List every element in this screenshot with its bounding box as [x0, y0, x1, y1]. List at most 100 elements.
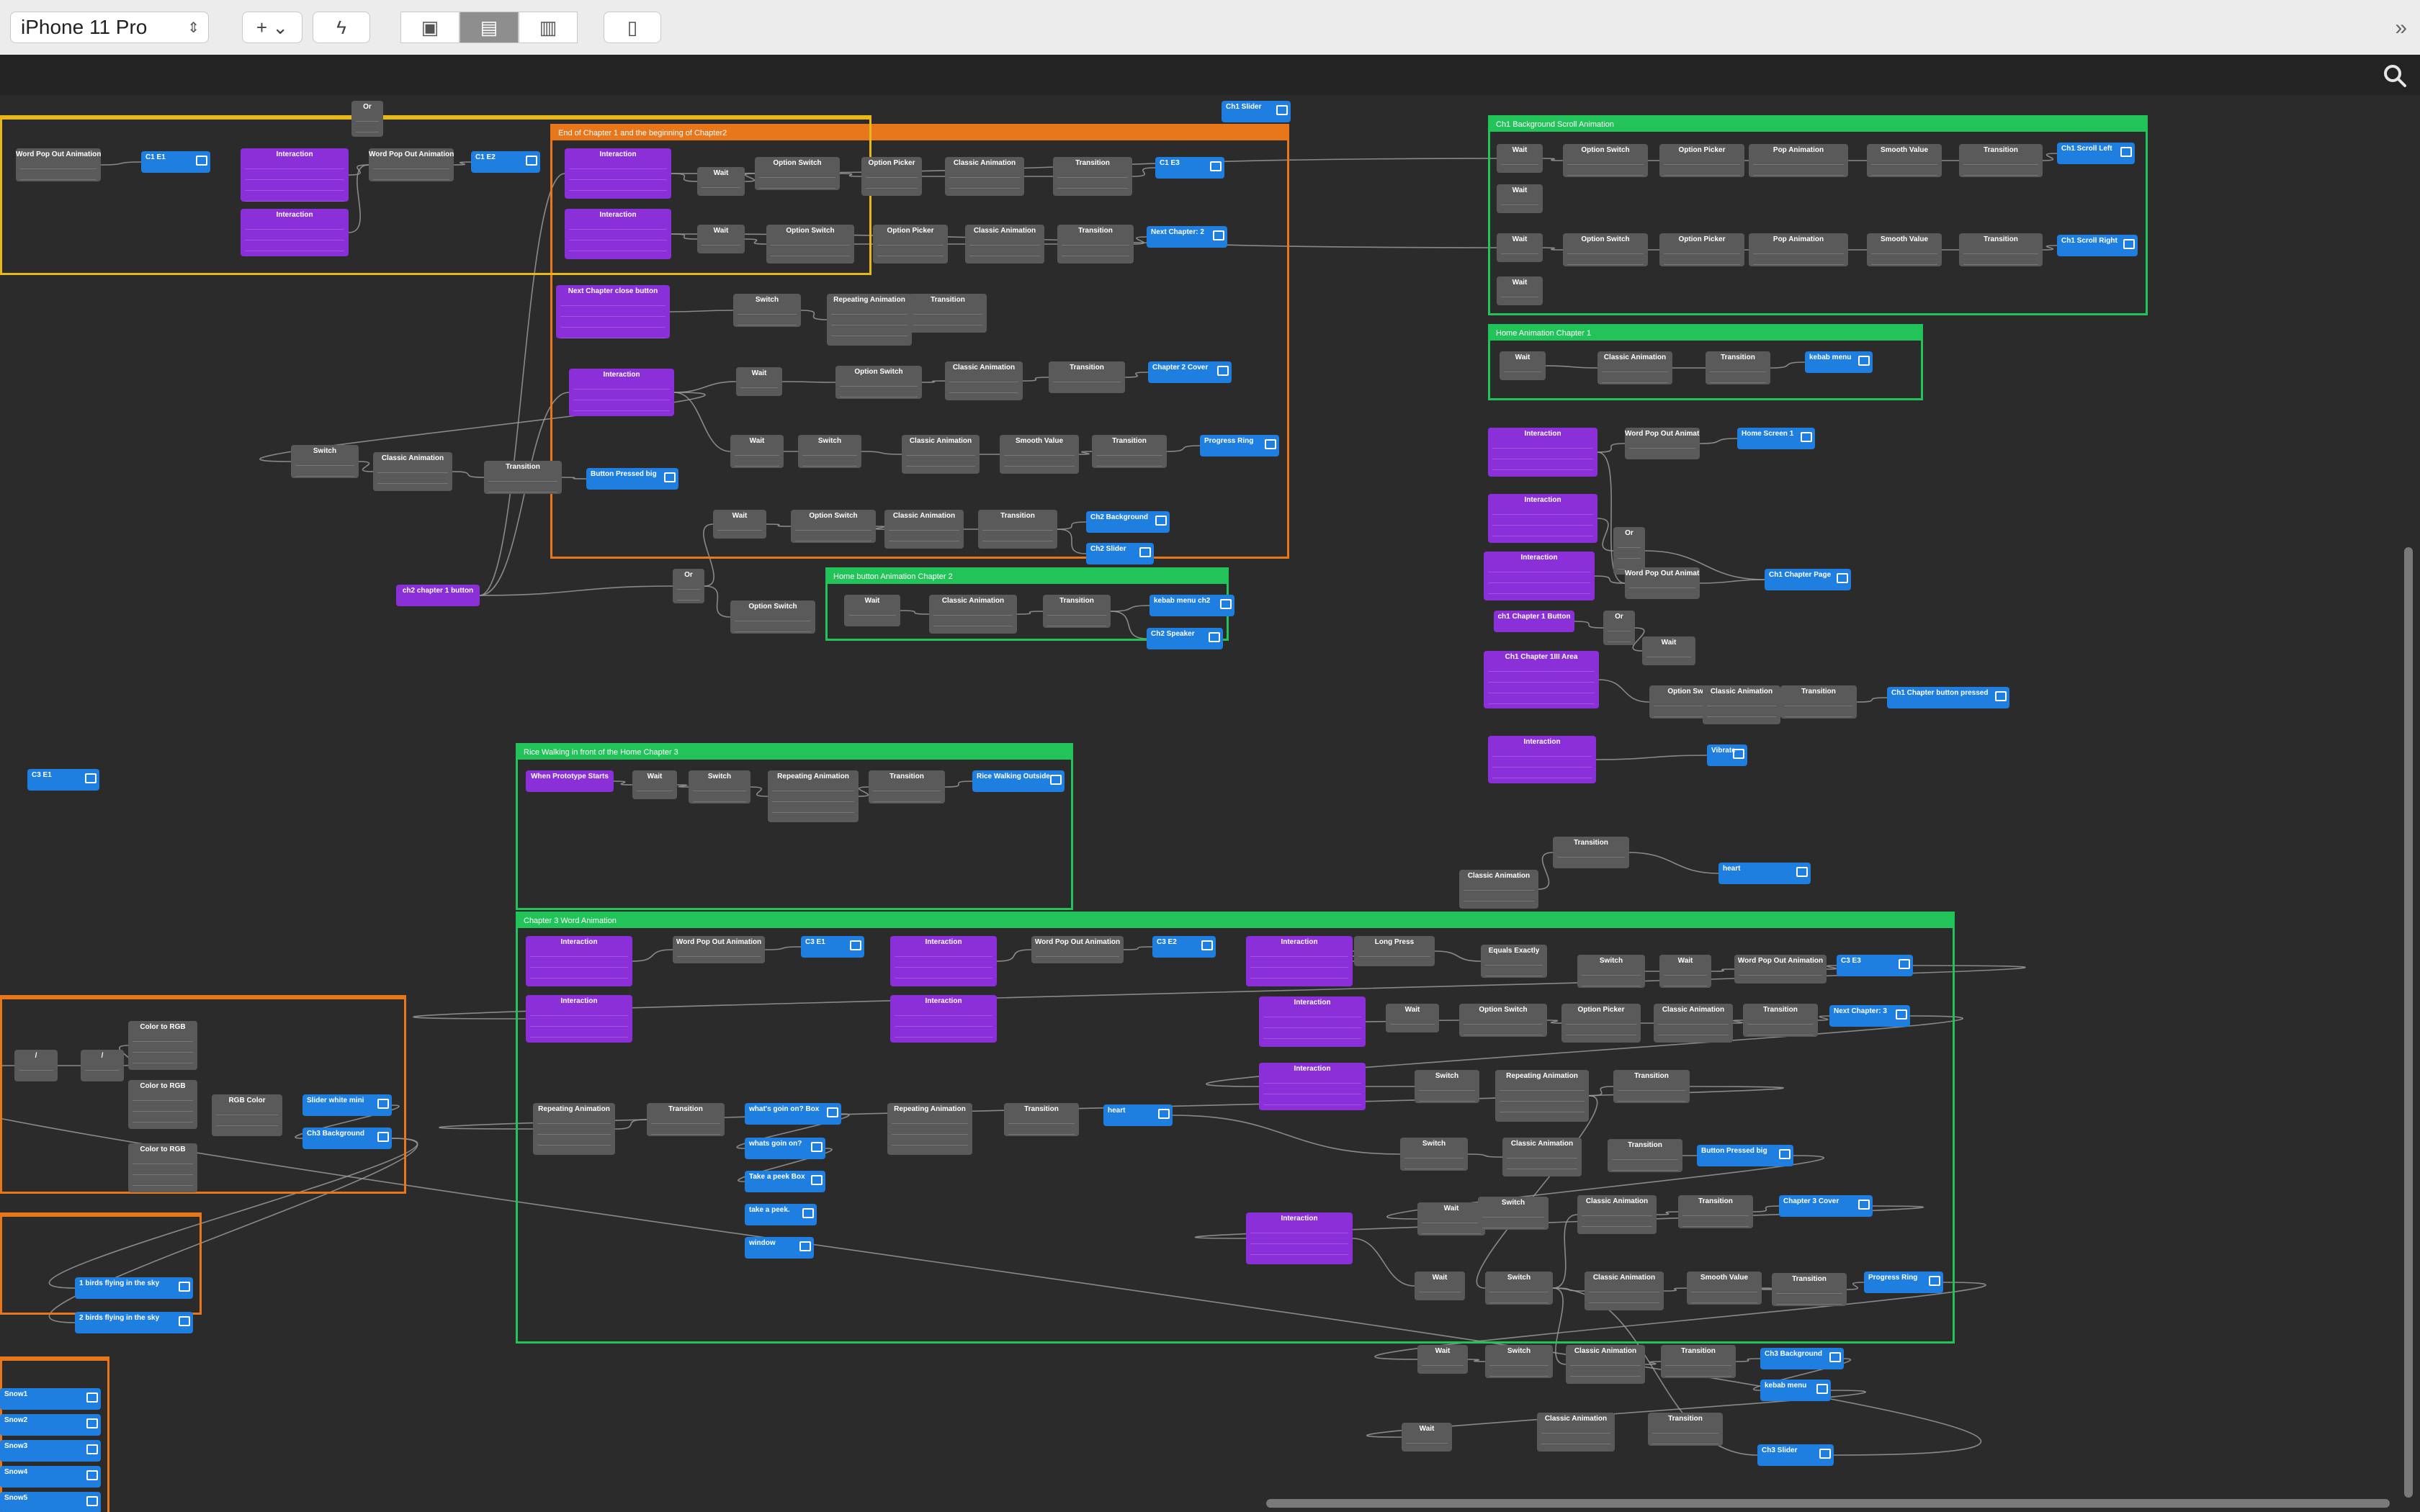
patch-node[interactable]: Classic Animation	[373, 452, 452, 491]
patch-node[interactable]: Pop Animation	[1749, 144, 1848, 177]
patch-node[interactable]: Wait	[1497, 276, 1543, 305]
patch-node[interactable]: Option Picker	[1659, 233, 1744, 266]
patch-node[interactable]: C1 E1	[141, 151, 210, 173]
patch-node[interactable]: Smooth Value	[1000, 435, 1079, 474]
patch-node[interactable]: Wait	[1500, 351, 1546, 380]
patch-node[interactable]: Option Picker	[1659, 144, 1744, 177]
patch-node[interactable]: Classic Animation	[929, 595, 1017, 634]
patch-node[interactable]: Classic Animation	[1585, 1272, 1664, 1310]
patch-editor-canvas[interactable]: End of Chapter 1 and the beginning of Ch…	[0, 95, 2420, 1512]
patch-node[interactable]: Slider white mini	[302, 1094, 392, 1116]
layout-triple-button[interactable]: ▥	[519, 12, 578, 43]
patch-node[interactable]: Classic Animation	[1703, 685, 1780, 724]
layout-split-button[interactable]: ▤	[460, 12, 519, 43]
patch-node[interactable]: Ch2 Slider	[1086, 543, 1154, 564]
patch-node[interactable]: C3 E1	[801, 936, 864, 958]
patch-node[interactable]: Wait	[1659, 955, 1711, 988]
vertical-scrollbar[interactable]	[2404, 547, 2413, 1498]
patch-node[interactable]: Classic Animation	[1537, 1413, 1615, 1452]
patch-node[interactable]: Home Screen 1	[1737, 428, 1815, 449]
patch-node[interactable]: Next Chapter: 3	[1829, 1005, 1910, 1027]
patch-node[interactable]: Wait	[844, 595, 900, 626]
patch-node[interactable]: Pop Animation	[1749, 233, 1848, 266]
patch-node[interactable]: 2 birds flying in the sky	[75, 1312, 193, 1333]
patch-node[interactable]: Ch3 Background	[1760, 1348, 1844, 1369]
patch-node[interactable]: Transition	[1959, 144, 2043, 177]
patch-node[interactable]: Classic Animation	[1577, 1195, 1657, 1234]
patch-node[interactable]: Next Chapter close button	[556, 285, 670, 338]
patch-node[interactable]: Transition	[1043, 595, 1111, 628]
patch-node[interactable]: C1 E2	[471, 151, 540, 173]
add-layer-button[interactable]: + ⌄	[242, 12, 302, 43]
patch-node[interactable]: Switch	[291, 445, 359, 478]
patch-node[interactable]: Snow4	[0, 1466, 101, 1488]
patch-node[interactable]: Ch2 Background	[1086, 511, 1170, 533]
patch-node[interactable]: Transition	[1553, 837, 1629, 868]
patch-node[interactable]: Word Pop Out Animation	[1625, 428, 1700, 459]
patch-node[interactable]: Chapter 3 Cover	[1779, 1195, 1873, 1217]
patch-node[interactable]: Transition	[1706, 351, 1770, 384]
patch-node[interactable]: Classic Animation	[884, 510, 964, 549]
patch-node[interactable]: Option Switch	[1563, 144, 1648, 177]
patch-node[interactable]: Transition	[1959, 233, 2043, 266]
patch-node[interactable]: Transition	[1053, 157, 1132, 196]
patch-node[interactable]: Transition	[1608, 1139, 1682, 1172]
patch-node[interactable]: Rice Walking Outside	[972, 770, 1065, 792]
patch-node[interactable]: Color to RGB	[128, 1021, 197, 1070]
patch-node[interactable]: Ch1 Scroll Right	[2057, 235, 2138, 256]
patch-node[interactable]: Ch1 Chapter 1III Area	[1484, 651, 1599, 708]
patch-node[interactable]: Progress Ring	[1864, 1272, 1943, 1293]
patch-node[interactable]: Interaction	[1488, 736, 1596, 783]
patch-node[interactable]: Wait	[736, 367, 782, 396]
patch-node[interactable]: Or	[1603, 611, 1635, 645]
patch-node[interactable]: Wait	[1497, 233, 1543, 262]
patch-node[interactable]: Transition	[647, 1103, 725, 1136]
patch-node[interactable]: Classic Animation	[945, 361, 1023, 400]
patch-node[interactable]: Equals Exactly	[1481, 945, 1547, 978]
patch-node[interactable]: Wait	[1402, 1423, 1452, 1452]
patch-node[interactable]: Wait	[697, 225, 745, 253]
patch-node[interactable]: Interaction	[1259, 996, 1366, 1047]
patch-node[interactable]: Transition	[978, 510, 1057, 549]
device-selector[interactable]: iPhone 11 Pro ⇕	[10, 12, 209, 43]
patch-node[interactable]: When Prototype Starts	[526, 770, 614, 792]
patch-node[interactable]: Snow1	[0, 1388, 101, 1410]
patch-node[interactable]: Smooth Value	[1687, 1272, 1762, 1305]
patch-node[interactable]: Take a peek Box	[745, 1171, 825, 1192]
patch-node[interactable]: Chapter 2 Cover	[1148, 361, 1232, 383]
patch-node[interactable]: Option Picker	[873, 225, 948, 264]
patch-node[interactable]: RGB Color	[212, 1094, 282, 1136]
patch-node[interactable]: Ch1 Chapter button pressed	[1887, 687, 2009, 708]
patch-node[interactable]: Transition	[1780, 685, 1857, 719]
patch-node[interactable]: Interaction	[569, 369, 674, 416]
patch-node[interactable]: Classic Animation	[1654, 1004, 1733, 1043]
patch-node[interactable]: Transition	[484, 461, 562, 494]
patch-node[interactable]: Transition	[1057, 225, 1134, 264]
patch-node[interactable]: Option Switch	[1459, 1004, 1547, 1037]
patch-node[interactable]: Word Pop Out Animation	[1031, 936, 1124, 963]
patch-node[interactable]: Option Switch	[791, 510, 876, 543]
patch-node[interactable]: Long Press	[1354, 936, 1435, 966]
patch-node[interactable]: Wait	[632, 770, 677, 799]
patch-node[interactable]: Switch	[733, 294, 801, 327]
patch-node[interactable]: Ch1 Chapter Page	[1765, 569, 1851, 590]
patch-node[interactable]: Wait	[1497, 144, 1543, 173]
patch-node[interactable]: Or	[351, 101, 383, 137]
patch-node[interactable]: Wait	[1642, 636, 1695, 665]
patch-node[interactable]: Classic Animation	[1502, 1138, 1582, 1176]
patch-node[interactable]: kebab menu	[1760, 1380, 1831, 1401]
patch-node[interactable]: Transition	[1613, 1070, 1690, 1103]
patch-node[interactable]: Ch1 Scroll Left	[2057, 143, 2135, 164]
patch-node[interactable]: Snow5	[0, 1492, 101, 1512]
patch-node[interactable]: Button Pressed big	[1697, 1145, 1793, 1166]
patch-node[interactable]: Wait	[1386, 1004, 1439, 1032]
patch-node[interactable]: Switch	[1478, 1197, 1549, 1230]
patch-node[interactable]: Transition	[1661, 1345, 1736, 1378]
patch-node[interactable]: Interaction	[890, 936, 997, 986]
patch-node[interactable]: Classic Animation	[965, 225, 1044, 264]
patch-node[interactable]: take a peek.	[745, 1204, 817, 1225]
patch-node[interactable]: Transition	[1004, 1103, 1079, 1136]
patch-node[interactable]: whats goin on?	[745, 1138, 825, 1159]
patch-node[interactable]: Ch1 Slider	[1222, 101, 1291, 122]
patch-node[interactable]: Snow3	[0, 1440, 101, 1462]
